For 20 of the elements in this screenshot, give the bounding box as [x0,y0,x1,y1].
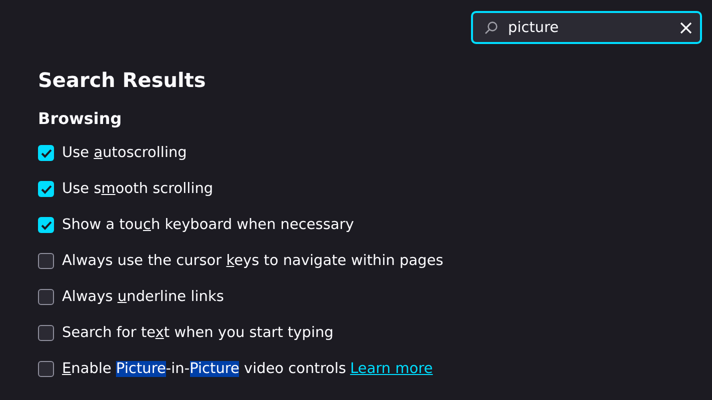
page-title: Search Results [38,67,207,94]
option-label: Use smooth scrolling [62,181,214,197]
search-icon [484,21,498,35]
section-title: Browsing [38,108,123,130]
learn-more-link[interactable]: Learn more [350,361,433,377]
option-label: Always underline links [62,289,224,305]
checkbox[interactable] [38,253,54,269]
option-label: Use autoscrolling [62,145,187,161]
option-label: Always use the cursor keys to navigate within pages [62,253,444,269]
option-label: Search for text when you start typing [62,325,334,341]
checkbox[interactable] [38,289,54,305]
option-label: Enable Picture-in-Picture video controls [62,361,346,377]
checkbox[interactable] [38,361,54,377]
option-label: Show a touch keyboard when necessary [62,217,354,233]
checkbox[interactable] [38,217,54,233]
close-icon[interactable] [680,22,692,34]
checkbox[interactable] [38,145,54,161]
checkbox[interactable] [38,325,54,341]
checkbox[interactable] [38,181,54,197]
search-field[interactable]: picture [471,11,702,44]
